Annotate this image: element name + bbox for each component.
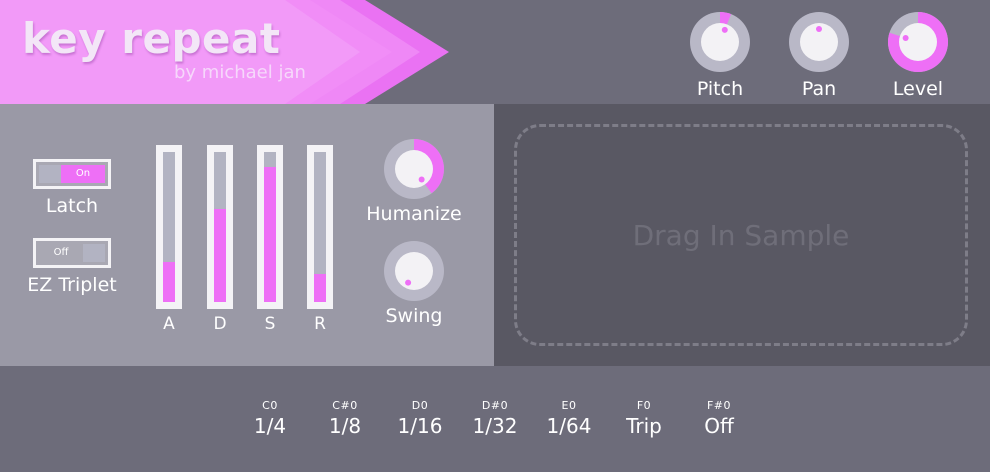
release-fill bbox=[314, 273, 326, 302]
sustain-fill bbox=[264, 167, 276, 302]
key-item-d0[interactable]: D0 1/16 bbox=[384, 399, 456, 438]
key-note: D#0 bbox=[481, 399, 509, 412]
release-slider[interactable] bbox=[307, 145, 333, 309]
drop-zone-text: Drag In Sample bbox=[632, 218, 850, 252]
sample-panel: Drag In Sample bbox=[494, 104, 990, 366]
key-item-c-sharp-0[interactable]: C#0 1/8 bbox=[309, 399, 381, 438]
key-item-f-sharp-0[interactable]: F#0 Off bbox=[683, 399, 755, 438]
key-note: E0 bbox=[561, 399, 577, 412]
controls-panel: On Latch Off EZ Triplet A D S R Humanize bbox=[0, 104, 494, 366]
swing-control bbox=[382, 239, 446, 307]
level-label: Level bbox=[892, 78, 944, 100]
key-item-c0[interactable]: C0 1/4 bbox=[234, 399, 306, 438]
humanize-control bbox=[382, 137, 446, 205]
ez-triplet-label: EZ Triplet bbox=[27, 274, 117, 296]
key-mapping-bar: C0 1/4 C#0 1/8 D0 1/16 D#0 1/32 E0 1/64 … bbox=[0, 366, 990, 472]
pan-knob[interactable] bbox=[787, 10, 851, 74]
swing-knob[interactable] bbox=[382, 239, 446, 303]
pan-label: Pan bbox=[801, 78, 837, 100]
key-rate: Trip bbox=[626, 414, 662, 438]
humanize-label: Humanize bbox=[366, 203, 462, 225]
sample-drop-zone[interactable]: Drag In Sample bbox=[514, 124, 968, 346]
ez-triplet-toggle-on-side bbox=[83, 244, 105, 262]
key-item-f0[interactable]: F0 Trip bbox=[608, 399, 680, 438]
sustain-label: S bbox=[264, 314, 276, 334]
humanize-knob[interactable] bbox=[382, 137, 446, 201]
key-note: F0 bbox=[636, 399, 652, 412]
attack-fill bbox=[163, 261, 175, 302]
decay-slider[interactable] bbox=[207, 145, 233, 309]
latch-toggle-state: On bbox=[61, 165, 105, 183]
attack-slider[interactable] bbox=[156, 145, 182, 309]
key-rate: Off bbox=[704, 414, 734, 438]
swing-label: Swing bbox=[385, 305, 443, 327]
level-knob[interactable] bbox=[886, 10, 950, 74]
key-item-e0[interactable]: E0 1/64 bbox=[533, 399, 605, 438]
sustain-track bbox=[264, 152, 276, 302]
latch-toggle-off-side bbox=[39, 165, 61, 183]
key-rate: 1/8 bbox=[328, 414, 362, 438]
key-note: C#0 bbox=[332, 399, 358, 412]
key-rate: 1/16 bbox=[397, 414, 443, 438]
key-rate: 1/64 bbox=[546, 414, 592, 438]
latch-toggle[interactable]: On bbox=[33, 159, 111, 189]
pitch-knob[interactable] bbox=[688, 10, 752, 74]
release-label: R bbox=[314, 314, 326, 334]
level-control: Level bbox=[886, 10, 950, 100]
key-note: D0 bbox=[411, 399, 429, 412]
release-track bbox=[314, 152, 326, 302]
key-note: F#0 bbox=[706, 399, 732, 412]
attack-track bbox=[163, 152, 175, 302]
pitch-control: Pitch bbox=[688, 10, 752, 100]
latch-label: Latch bbox=[45, 195, 99, 217]
ez-triplet-toggle[interactable]: Off bbox=[33, 238, 111, 268]
header: key repeat by michael jan Pitch Pan Leve… bbox=[0, 0, 990, 104]
ez-triplet-toggle-state: Off bbox=[39, 244, 83, 262]
sustain-slider[interactable] bbox=[257, 145, 283, 309]
decay-fill bbox=[214, 209, 226, 302]
decay-label: D bbox=[213, 314, 227, 334]
key-item-d-sharp-0[interactable]: D#0 1/32 bbox=[459, 399, 531, 438]
pan-control: Pan bbox=[787, 10, 851, 100]
app-title: key repeat bbox=[22, 14, 281, 63]
key-rate: 1/4 bbox=[253, 414, 287, 438]
key-rate: 1/32 bbox=[472, 414, 518, 438]
decay-track bbox=[214, 152, 226, 302]
attack-label: A bbox=[163, 314, 175, 334]
app-subtitle: by michael jan bbox=[174, 62, 306, 83]
pitch-label: Pitch bbox=[696, 78, 744, 100]
key-note: C0 bbox=[262, 399, 278, 412]
